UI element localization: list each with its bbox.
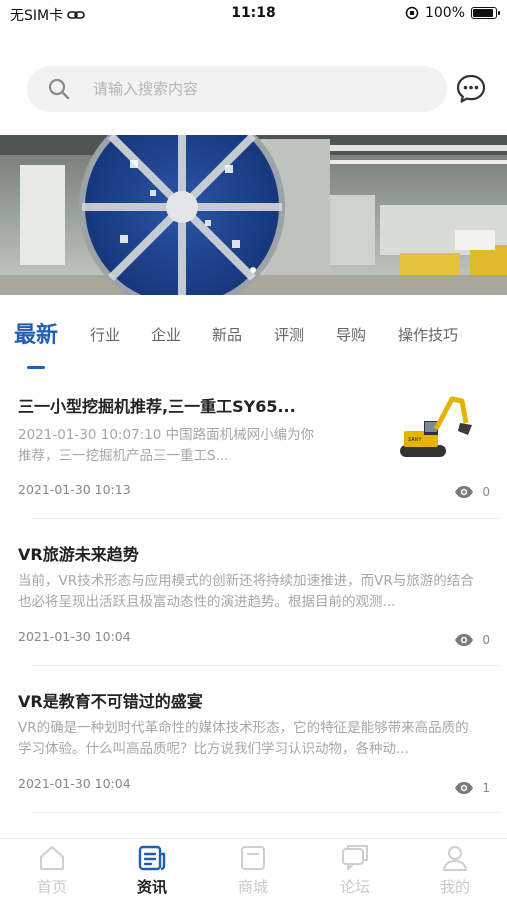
- tab-new-products[interactable]: 新品: [212, 324, 242, 345]
- battery-percent: 100%: [424, 5, 465, 21]
- search-icon: [48, 78, 70, 100]
- search-input[interactable]: [93, 80, 393, 98]
- tabbar-item-home[interactable]: 首页: [22, 843, 82, 897]
- search-bar[interactable]: [27, 66, 447, 112]
- divider: [32, 812, 502, 813]
- eye-icon: [455, 486, 474, 498]
- list-item[interactable]: VR是教育不可错过的盛宴 VR的确是一种划时代革命性的媒体技术形态，它的特征是能…: [18, 688, 490, 798]
- message-icon[interactable]: [455, 73, 487, 105]
- tab-latest[interactable]: 最新: [14, 317, 58, 349]
- shop-icon: [241, 846, 265, 870]
- article-excerpt: 当前，VR技术形态与应用模式的创新还将持续加速推进，而VR与旅游的结合也必将呈现…: [18, 573, 474, 610]
- tabbar-item-news[interactable]: 资讯: [122, 843, 182, 897]
- view-count-value: 0: [482, 485, 490, 499]
- tabbar-item-shop[interactable]: 商城: [223, 843, 283, 897]
- svg-text:SANY: SANY: [408, 437, 422, 443]
- tab-buying-guide[interactable]: 导购: [336, 324, 366, 345]
- view-count-value: 1: [482, 781, 490, 795]
- tabbar-label: 首页: [36, 878, 67, 896]
- list-item[interactable]: 三一小型挖掘机推荐,三一重工SY65... 2021-01-30 10:07:1…: [18, 393, 490, 503]
- carousel-indicator: [250, 267, 256, 273]
- tabbar-label: 我的: [439, 878, 470, 896]
- list-item[interactable]: VR旅游未来趋势 当前，VR技术形态与应用模式的创新还将持续加速推进，而VR与旅…: [18, 541, 490, 651]
- article-date: 2021-01-30 10:04: [18, 776, 131, 791]
- view-count-value: 0: [482, 633, 490, 647]
- view-count: 1: [454, 781, 490, 795]
- view-count: 0: [454, 633, 490, 647]
- orientation-lock-icon: [405, 6, 419, 20]
- status-bar: 无SIM卡 11:18 100%: [0, 0, 507, 28]
- article-title: 三一小型挖掘机推荐,三一重工SY65...: [18, 397, 296, 416]
- active-tab-indicator: [27, 366, 45, 369]
- excavator-thumbnail: SANY: [396, 393, 476, 463]
- news-page: 无SIM卡 11:18 100% 请输入搜索内容 最新 行业 企业 新品 评测 …: [0, 0, 507, 900]
- tabbar-item-profile[interactable]: 我的: [425, 843, 485, 897]
- tab-enterprise[interactable]: 企业: [151, 324, 181, 345]
- news-icon: [138, 845, 166, 871]
- bottom-tab-bar: 首页 资讯 商城 论坛 我的: [0, 838, 507, 900]
- article-date: 2021-01-30 10:04: [18, 629, 131, 644]
- article-title: VR是教育不可错过的盛宴: [18, 692, 203, 711]
- tab-operation-tips[interactable]: 操作技巧: [398, 324, 458, 345]
- tabbar-label: 商城: [237, 878, 268, 896]
- battery-icon: [471, 7, 500, 19]
- article-excerpt: 2021-01-30 10:07:10 中国路面机械网小编为你推荐，三一挖掘机产…: [18, 427, 315, 464]
- tabbar-item-forum[interactable]: 论坛: [325, 843, 385, 897]
- home-icon: [40, 846, 64, 870]
- divider: [32, 665, 502, 666]
- forum-icon: [342, 845, 368, 870]
- view-count: 0: [454, 485, 490, 499]
- eye-icon: [455, 634, 474, 646]
- tab-industry[interactable]: 行业: [90, 324, 120, 345]
- eye-icon: [455, 782, 474, 794]
- article-date: 2021-01-30 10:13: [18, 482, 131, 497]
- tab-reviews[interactable]: 评测: [274, 324, 304, 345]
- divider: [32, 518, 502, 519]
- profile-icon: [443, 846, 467, 871]
- tabbar-label: 论坛: [339, 878, 370, 896]
- banner-carousel[interactable]: [0, 135, 507, 295]
- tabbar-label: 资讯: [136, 878, 167, 896]
- article-title: VR旅游未来趋势: [18, 545, 139, 564]
- article-excerpt: VR的确是一种划时代革命性的媒体技术形态，它的特征是能够带来高品质的学习体验。什…: [18, 720, 469, 757]
- category-tabs: 最新 行业 企业 新品 评测 导购 操作技巧: [0, 300, 507, 372]
